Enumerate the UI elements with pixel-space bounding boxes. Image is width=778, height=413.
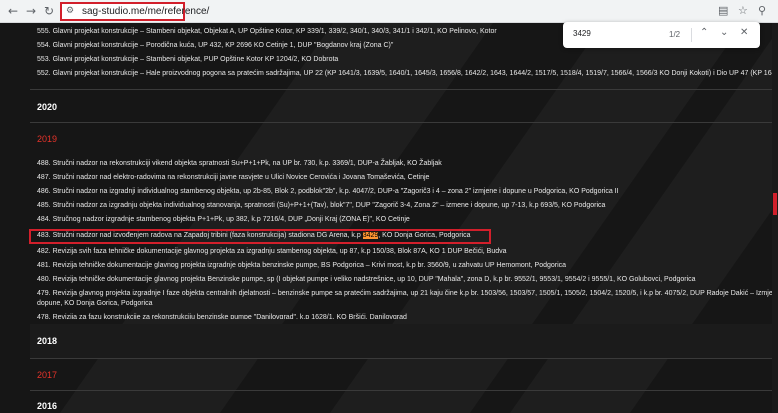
- find-input[interactable]: 3429: [573, 29, 591, 38]
- list-item: 487. Stručni nadzor nad elektro-radovima…: [37, 174, 430, 181]
- site-info-icon[interactable]: ⚙: [66, 6, 74, 16]
- extensions-icon[interactable]: ⚲: [758, 4, 766, 18]
- list-item: 484. Stručnog nadzor izgradnje stambenog…: [37, 216, 410, 223]
- list-item: 480. Revizija tehničke dokumentacije gla…: [37, 276, 696, 283]
- list-item: 486. Stručni nadzor na izgradnji individ…: [37, 188, 619, 195]
- list-item: 553. Glavni projekat konstrukcije – Stam…: [37, 56, 339, 63]
- list-item: dopune, KO Donja Gorica, Podgorica: [37, 300, 153, 307]
- page-scrollbar[interactable]: [772, 23, 778, 413]
- list-item: 554. Glavni projekat konstrukcije – Poro…: [37, 42, 394, 49]
- page-content: 555. Glavni projekat konstrukcije – Stam…: [0, 23, 778, 413]
- browser-toolbar: ← → ↻ ⚙ sag-studio.me/me/reference/ ▤ ☆ …: [0, 0, 778, 23]
- year-heading-2017[interactable]: 2017: [37, 370, 57, 380]
- list-item: 488. Stručni nadzor na rekonstrukciji vi…: [37, 160, 442, 167]
- find-bar: 3429 1/2 ⌃ ⌄ ✕: [563, 22, 760, 48]
- find-close-icon[interactable]: ✕: [740, 27, 748, 38]
- bookmark-star-icon[interactable]: ☆: [738, 4, 748, 18]
- highlight-annotation-box: [29, 229, 491, 244]
- scrollbar-thumb[interactable]: [773, 193, 777, 215]
- reload-icon[interactable]: ↻: [41, 3, 57, 19]
- url-text: sag-studio.me/me/reference/: [82, 6, 210, 17]
- list-item: 479. Revizija glavnog projekta izgradnje…: [37, 290, 772, 297]
- year-heading-2020[interactable]: 2020: [37, 102, 57, 112]
- year-heading-2018[interactable]: 2018: [37, 336, 57, 346]
- reader-mode-icon[interactable]: ▤: [718, 4, 728, 18]
- list-item: 552. Glavni projekat konstrukcije – Hale…: [37, 70, 772, 77]
- divider: [30, 358, 772, 359]
- divider: [691, 28, 692, 42]
- list-item: 481. Revizija tehničke dokumentacije gla…: [37, 262, 567, 269]
- back-arrow-icon[interactable]: ←: [5, 3, 21, 19]
- year-heading-2019[interactable]: 2019: [37, 134, 57, 144]
- divider: [30, 122, 772, 123]
- list-item: 555. Glavni projekat konstrukcije – Stam…: [37, 28, 497, 35]
- find-previous-icon[interactable]: ⌃: [700, 27, 708, 38]
- year-section-2018[interactable]: [30, 324, 772, 358]
- address-bar[interactable]: ⚙ sag-studio.me/me/reference/: [60, 2, 209, 21]
- find-next-icon[interactable]: ⌄: [720, 27, 728, 38]
- list-item: 478. Revizija za fazu konstrukcije za re…: [37, 314, 407, 319]
- forward-arrow-icon[interactable]: →: [23, 3, 39, 19]
- year-heading-2016[interactable]: 2016: [37, 401, 57, 411]
- list-item: 485. Stručni nadzor za izgradnju objekta…: [37, 202, 606, 209]
- divider: [30, 89, 772, 90]
- list-item: 482. Revizija svih faza tehničke dokumen…: [37, 248, 507, 255]
- find-match-count: 1/2: [669, 30, 681, 39]
- divider: [30, 390, 772, 391]
